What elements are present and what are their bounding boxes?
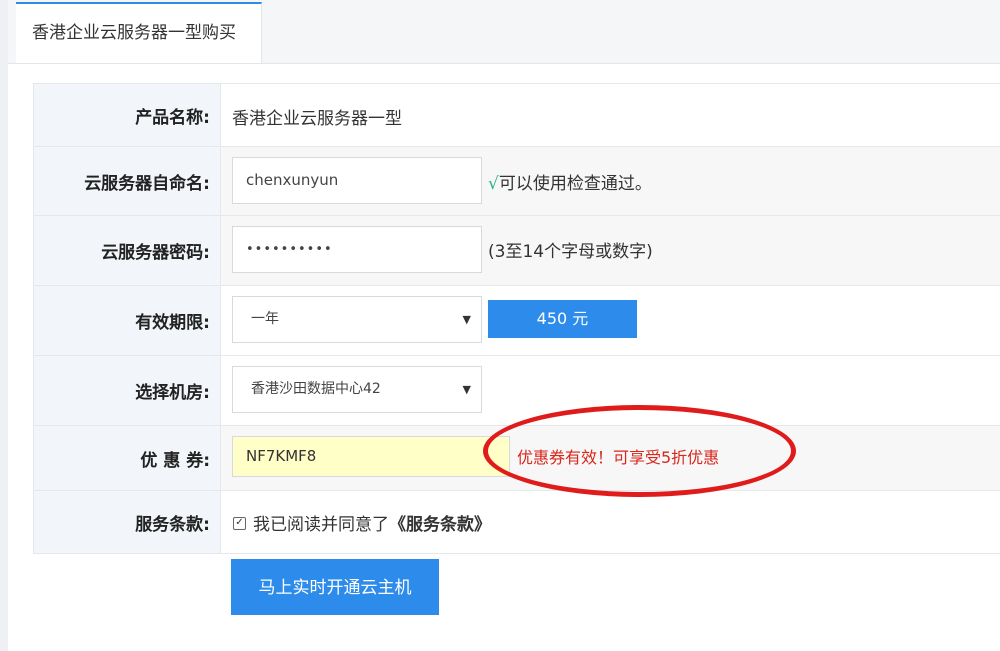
password-label: 云服务器密码:: [33, 216, 221, 285]
row-password: 云服务器密码: •••••••••• (3至14个字母或数字): [33, 216, 1000, 286]
tab-purchase[interactable]: 香港企业云服务器一型购买: [16, 2, 262, 63]
server-name-input[interactable]: chenxunyun: [232, 157, 482, 204]
dropdown-caret-icon: ▼: [462, 313, 471, 326]
row-terms: 服务条款: ✓ 我已阅读并同意了《服务条款》: [33, 491, 1000, 554]
purchase-form: 产品名称: 香港企业云服务器一型 云服务器自命名: chenxunyun √可以…: [33, 83, 1000, 554]
datacenter-select[interactable]: 香港沙田数据中心42 ▼: [232, 366, 482, 413]
row-datacenter: 选择机房: 香港沙田数据中心42 ▼: [33, 356, 1000, 426]
datacenter-selected: 香港沙田数据中心42: [251, 381, 381, 397]
period-selected: 一年: [251, 311, 279, 327]
server-name-label: 云服务器自命名:: [33, 147, 221, 215]
product-name: 香港企业云服务器一型: [232, 109, 402, 129]
product-label: 产品名称:: [33, 84, 221, 146]
terms-cell: ✓ 我已阅读并同意了《服务条款》: [221, 491, 1000, 553]
submit-button[interactable]: 马上实时开通云主机: [231, 559, 439, 615]
terms-text: 我已阅读并同意了《服务条款》: [253, 510, 491, 535]
terms-checkbox[interactable]: ✓: [233, 517, 246, 530]
datacenter-cell: 香港沙田数据中心42 ▼: [221, 356, 1000, 425]
tab-label: 香港企业云服务器一型购买: [32, 23, 236, 43]
row-period: 有效期限: 一年 ▼ 450 元: [33, 286, 1000, 356]
dropdown-caret-icon: ▼: [462, 383, 471, 396]
check-mark-icon: √: [488, 174, 499, 194]
server-name-status-text: 可以使用检查通过。: [498, 174, 652, 194]
terms-agree-text: 我已阅读并同意了: [253, 515, 389, 535]
row-coupon: 优 惠 券: NF7KMF8 优惠券有效！可享受5折优惠: [33, 426, 1000, 491]
password-cell: •••••••••• (3至14个字母或数字): [221, 216, 1000, 285]
period-cell: 一年 ▼ 450 元: [221, 286, 1000, 355]
server-name-cell: chenxunyun √可以使用检查通过。: [221, 147, 1000, 215]
password-hint: (3至14个字母或数字): [488, 242, 653, 262]
price-badge: 450 元: [488, 300, 637, 338]
product-cell: 香港企业云服务器一型: [221, 84, 1000, 146]
tab-strip: 香港企业云服务器一型购买: [8, 0, 1000, 64]
coupon-cell: NF7KMF8 优惠券有效！可享受5折优惠: [221, 426, 1000, 490]
terms-link[interactable]: 《服务条款》: [389, 515, 491, 535]
coupon-input[interactable]: NF7KMF8: [232, 436, 510, 477]
password-input[interactable]: ••••••••••: [232, 226, 482, 273]
period-label: 有效期限:: [33, 286, 221, 355]
row-server-name: 云服务器自命名: chenxunyun √可以使用检查通过。: [33, 147, 1000, 216]
datacenter-label: 选择机房:: [33, 356, 221, 425]
coupon-label: 优 惠 券:: [33, 426, 221, 490]
period-select[interactable]: 一年 ▼: [232, 296, 482, 343]
terms-label: 服务条款:: [33, 491, 221, 553]
coupon-message: 优惠券有效！可享受5折优惠: [517, 448, 720, 467]
left-gutter: [0, 0, 8, 651]
row-product: 产品名称: 香港企业云服务器一型: [33, 84, 1000, 147]
server-name-status: √可以使用检查通过。: [488, 169, 652, 194]
